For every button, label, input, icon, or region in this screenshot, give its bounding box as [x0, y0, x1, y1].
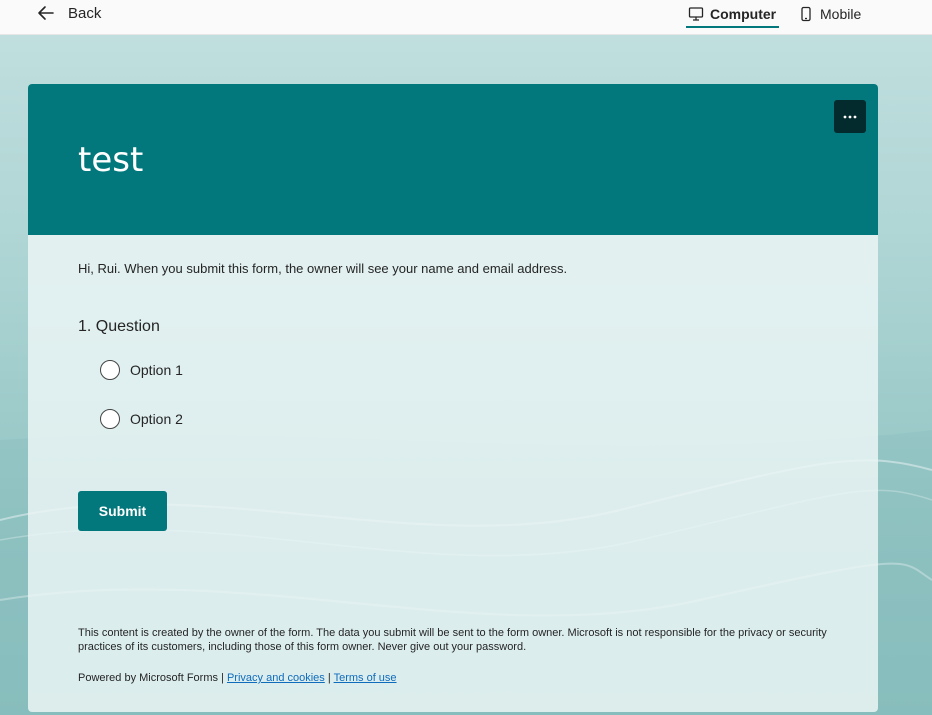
- submit-button[interactable]: Submit: [78, 491, 167, 531]
- question-text: Question: [95, 318, 160, 335]
- more-horizontal-icon: [843, 115, 857, 118]
- option-2-radio[interactable]: [100, 409, 120, 429]
- monitor-icon: [688, 7, 704, 21]
- more-options-button[interactable]: [834, 100, 866, 133]
- privacy-link[interactable]: Privacy and cookies: [227, 672, 325, 684]
- option-2-label: Option 2: [130, 411, 183, 427]
- top-bar: Back Computer Mobile: [0, 0, 932, 35]
- footer-separator: |: [221, 672, 224, 684]
- form-header-banner: test: [28, 84, 878, 235]
- question-number: 1.: [78, 318, 92, 335]
- form-card: test Hi, Rui. When you submit this form,…: [28, 84, 878, 712]
- form-title: test: [78, 140, 144, 180]
- option-1-label: Option 1: [130, 362, 183, 378]
- computer-view-tab[interactable]: Computer: [685, 0, 780, 28]
- phone-icon: [801, 6, 811, 22]
- identity-notice: Hi, Rui. When you submit this form, the …: [78, 261, 568, 276]
- terms-link[interactable]: Terms of use: [334, 672, 397, 684]
- arrow-left-icon: [38, 6, 54, 20]
- back-button[interactable]: Back: [36, 0, 101, 26]
- mobile-view-label: Mobile: [820, 6, 862, 22]
- back-label: Back: [68, 4, 102, 22]
- mobile-view-tab[interactable]: Mobile: [798, 0, 861, 28]
- powered-by-text: Powered by Microsoft Forms: [78, 672, 218, 684]
- question-title: 1. Question: [78, 318, 160, 336]
- option-1[interactable]: Option 1: [100, 359, 183, 381]
- computer-view-label: Computer: [710, 6, 777, 22]
- option-2[interactable]: Option 2: [100, 408, 183, 430]
- footer-separator-2: |: [327, 672, 331, 684]
- footer: Powered by Microsoft Forms | Privacy and…: [78, 672, 397, 684]
- disclaimer-text: This content is created by the owner of …: [78, 627, 827, 653]
- option-1-radio[interactable]: [100, 360, 120, 380]
